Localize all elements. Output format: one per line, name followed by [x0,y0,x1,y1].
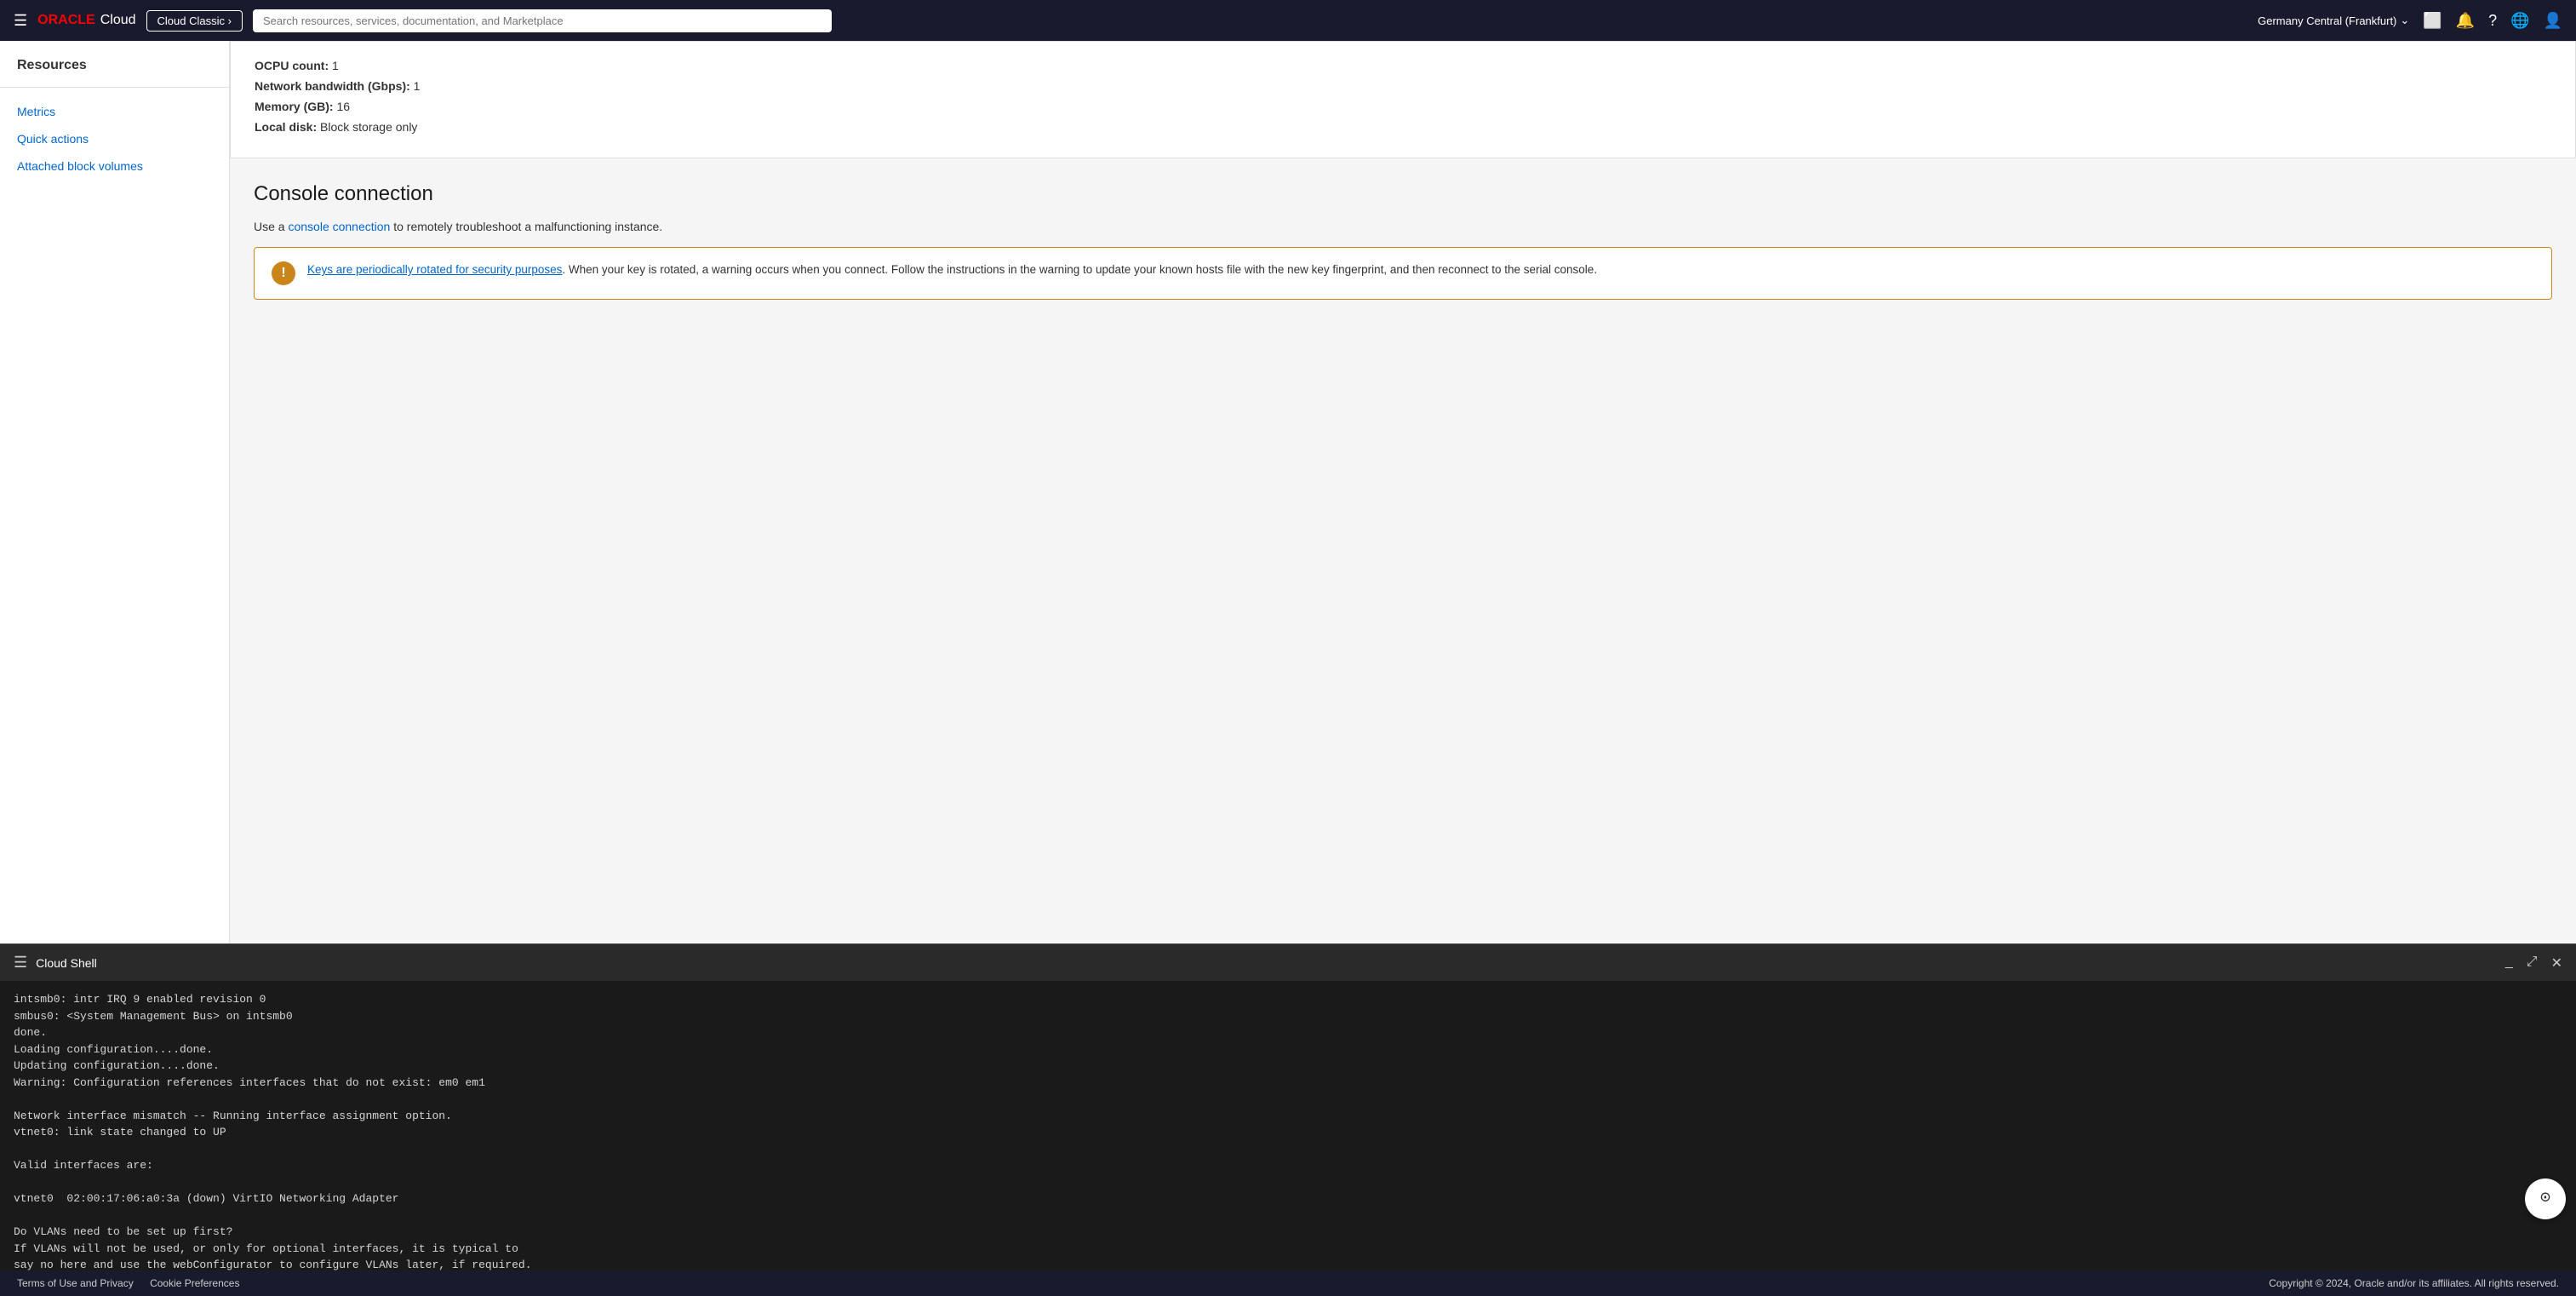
terms-link[interactable]: Terms of Use and Privacy [17,1277,134,1289]
oracle-logo: ORACLE Cloud [37,13,135,28]
terminal-line-2: smbus0: <System Management Bus> on intsm… [14,1008,2562,1025]
help-icon[interactable]: ? [2488,12,2497,30]
terminal-line-8: Network interface mismatch -- Running in… [14,1108,2562,1125]
help-float-button[interactable]: ⊙ [2525,1178,2566,1219]
ocpu-label: OCPU count: [255,59,329,72]
local-disk-label: Local disk: [255,120,317,134]
sidebar: Resources Metrics Quick actions Attached… [0,41,230,943]
terminal-line-12 [14,1174,2562,1191]
sidebar-item-quick-actions[interactable]: Quick actions [0,125,229,152]
shell-controls: _ ⤢ ✕ [2505,955,2562,972]
instance-info-card: OCPU count: 1 Network bandwidth (Gbps): … [230,41,2576,158]
sidebar-title: Resources [0,58,229,87]
hamburger-menu-icon[interactable]: ☰ [14,12,27,30]
terminal-line-15: Do VLANs need to be set up first? [14,1224,2562,1241]
cookie-link[interactable]: Cookie Preferences [150,1277,239,1289]
region-label: Germany Central (Frankfurt) [2258,14,2396,27]
console-icon[interactable]: ⬜ [2423,12,2441,30]
terminal-line-9: vtnet0: link state changed to UP [14,1124,2562,1141]
terminal-line-4: Loading configuration....done. [14,1041,2562,1058]
cloud-shell-container: ☰ Cloud Shell _ ⤢ ✕ intsmb0: intr IRQ 9 … [0,943,2576,1270]
shell-minimize-icon[interactable]: _ [2505,955,2513,972]
terminal-line-16: If VLANs will not be used, or only for o… [14,1241,2562,1258]
local-disk-row: Local disk: Block storage only [255,120,2551,134]
nav-right: Germany Central (Frankfurt) ⌄ ⬜ 🔔 ? 🌐 👤 [2258,12,2562,30]
cloud-shell-header: ☰ Cloud Shell _ ⤢ ✕ [0,943,2576,981]
language-globe-icon[interactable]: 🌐 [2510,12,2529,30]
console-connection-title: Console connection [254,182,2552,206]
chevron-down-icon: ⌄ [2400,14,2409,27]
warning-text: Keys are periodically rotated for securi… [307,261,1597,278]
terminal-line-11: Valid interfaces are: [14,1157,2562,1174]
cloud-shell-hamburger-icon[interactable]: ☰ [14,954,27,972]
sidebar-item-metrics[interactable]: Metrics [0,98,229,125]
console-connection-section: Console connection Use a console connect… [230,158,2576,324]
memory-value: 16 [336,100,350,113]
notification-bell-icon[interactable]: 🔔 [2456,12,2475,30]
terminal-line-5: Updating configuration....done. [14,1058,2562,1075]
terminal-line-7 [14,1091,2562,1108]
memory-label: Memory (GB): [255,100,334,113]
shell-expand-icon[interactable]: ⤢ [2527,955,2538,972]
console-connection-desc: Use a console connection to remotely tro… [254,220,2552,233]
network-bandwidth-row: Network bandwidth (Gbps): 1 [255,79,2551,93]
terminal[interactable]: intsmb0: intr IRQ 9 enabled revision 0 s… [0,981,2576,1270]
warning-link[interactable]: Keys are periodically rotated for securi… [307,263,562,276]
top-navigation: ☰ ORACLE Cloud Cloud Classic › Germany C… [0,0,2576,41]
user-avatar-icon[interactable]: 👤 [2544,12,2562,30]
terminal-line-3: done. [14,1024,2562,1041]
ocpu-count-row: OCPU count: 1 [255,59,2551,72]
oracle-text: ORACLE [37,13,95,28]
network-label: Network bandwidth (Gbps): [255,79,410,93]
footer: Terms of Use and Privacy Cookie Preferen… [0,1270,2576,1296]
cloud-text: Cloud [100,13,136,28]
region-selector[interactable]: Germany Central (Frankfurt) ⌄ [2258,14,2409,27]
memory-row: Memory (GB): 16 [255,100,2551,113]
warning-box: ! Keys are periodically rotated for secu… [254,247,2552,300]
console-connection-link[interactable]: console connection [288,220,390,233]
cloud-shell-title: Cloud Shell [36,956,97,970]
local-disk-value: Block storage only [320,120,417,134]
search-input[interactable] [253,9,832,32]
footer-left: Terms of Use and Privacy Cookie Preferen… [17,1277,253,1289]
terminal-line-17: say no here and use the webConfigurator … [14,1257,2562,1270]
terminal-line-1: intsmb0: intr IRQ 9 enabled revision 0 [14,991,2562,1008]
network-value: 1 [414,79,421,93]
warning-icon: ! [272,261,295,285]
cloud-classic-button[interactable]: Cloud Classic › [146,10,243,32]
shell-close-icon[interactable]: ✕ [2551,955,2562,972]
footer-copyright: Copyright © 2024, Oracle and/or its affi… [2269,1277,2559,1289]
terminal-line-10 [14,1141,2562,1158]
ocpu-val: 1 [332,59,339,72]
sidebar-item-attached-block-volumes[interactable]: Attached block volumes [0,152,229,180]
terminal-line-6: Warning: Configuration references interf… [14,1075,2562,1092]
content-area: OCPU count: 1 Network bandwidth (Gbps): … [230,41,2576,943]
terminal-line-13: vtnet0 02:00:17:06:a0:3a (down) VirtIO N… [14,1190,2562,1207]
terminal-line-14 [14,1207,2562,1224]
help-float-icon: ⊙ [2540,1186,2550,1212]
